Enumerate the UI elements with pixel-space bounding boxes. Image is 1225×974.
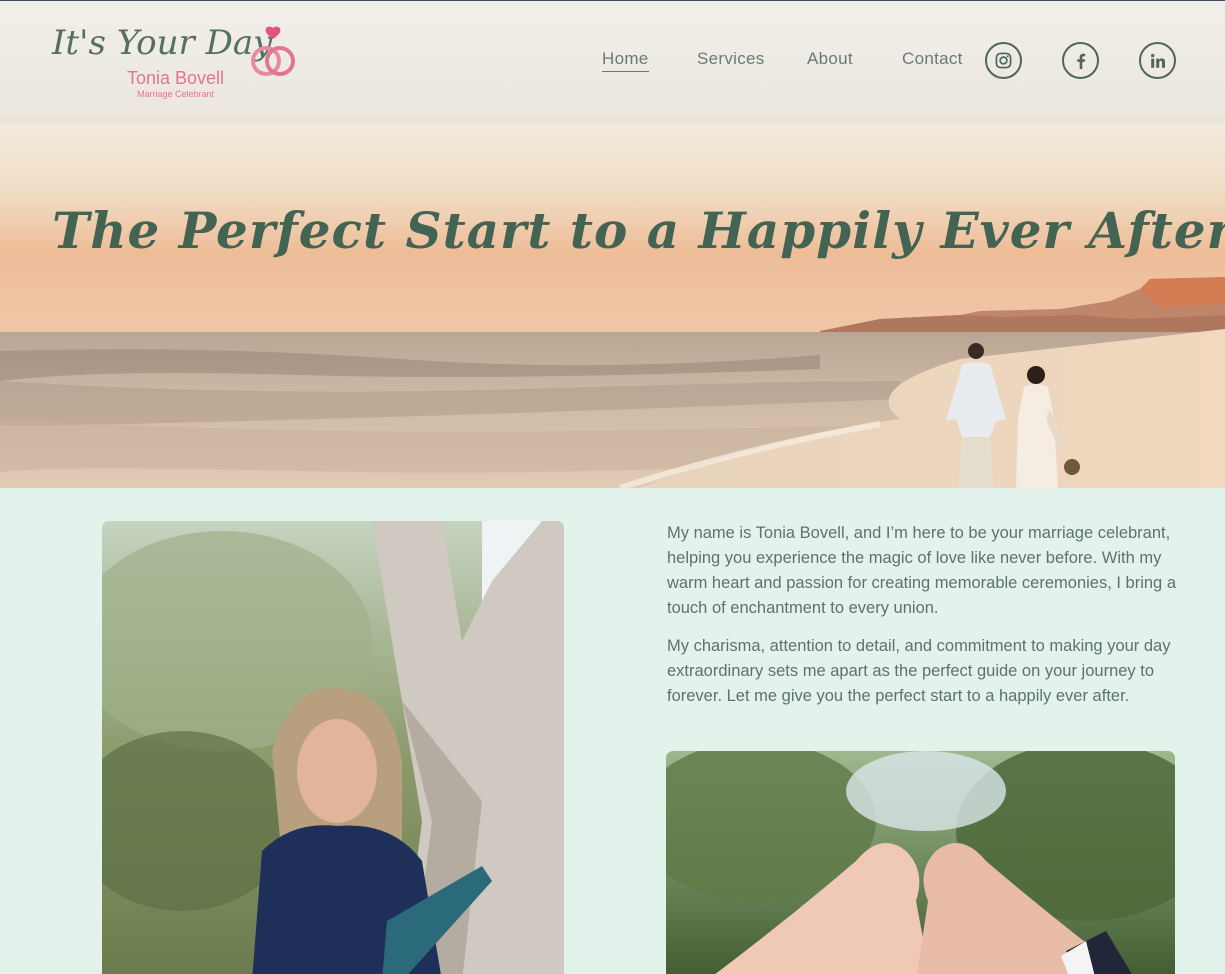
logo-link[interactable]: It's Your Day Tonia Bovell Marriage Cele…: [52, 23, 302, 103]
about-paragraph-1: My name is Tonia Bovell, and I’m here to…: [667, 524, 1176, 617]
hero-title: The Perfect Start to a Happily Ever Afte…: [52, 201, 1225, 260]
portrait-photo: [102, 521, 564, 974]
instagram-link[interactable]: [985, 42, 1022, 79]
nav-home[interactable]: Home: [602, 49, 649, 72]
heart-hands-photo: [666, 751, 1175, 974]
nav-about[interactable]: About: [807, 49, 853, 69]
facebook-link[interactable]: [1062, 42, 1099, 79]
about-paragraph-2: My charisma, attention to detail, and co…: [667, 637, 1171, 705]
linkedin-icon: [1150, 53, 1165, 68]
logo-tagline: Marriage Celebrant: [137, 89, 215, 99]
heart-hands-image: [666, 751, 1175, 974]
facebook-icon: [1076, 53, 1085, 69]
beach-couple-image: [0, 119, 1225, 488]
nav-contact[interactable]: Contact: [902, 49, 963, 69]
nav-services[interactable]: Services: [697, 49, 765, 69]
logo-name: Tonia Bovell: [127, 68, 225, 88]
celebrant-portrait-image: [102, 521, 564, 974]
hero-banner: The Perfect Start to a Happily Ever Afte…: [0, 119, 1225, 488]
instagram-icon: [995, 52, 1012, 69]
wedding-rings-icon: [251, 26, 295, 76]
site-header: It's Your Day Tonia Bovell Marriage Cele…: [0, 0, 1225, 119]
logo-script-text: It's Your Day: [52, 23, 273, 63]
about-text: My name is Tonia Bovell, and I’m here to…: [667, 521, 1177, 722]
linkedin-link[interactable]: [1139, 42, 1176, 79]
